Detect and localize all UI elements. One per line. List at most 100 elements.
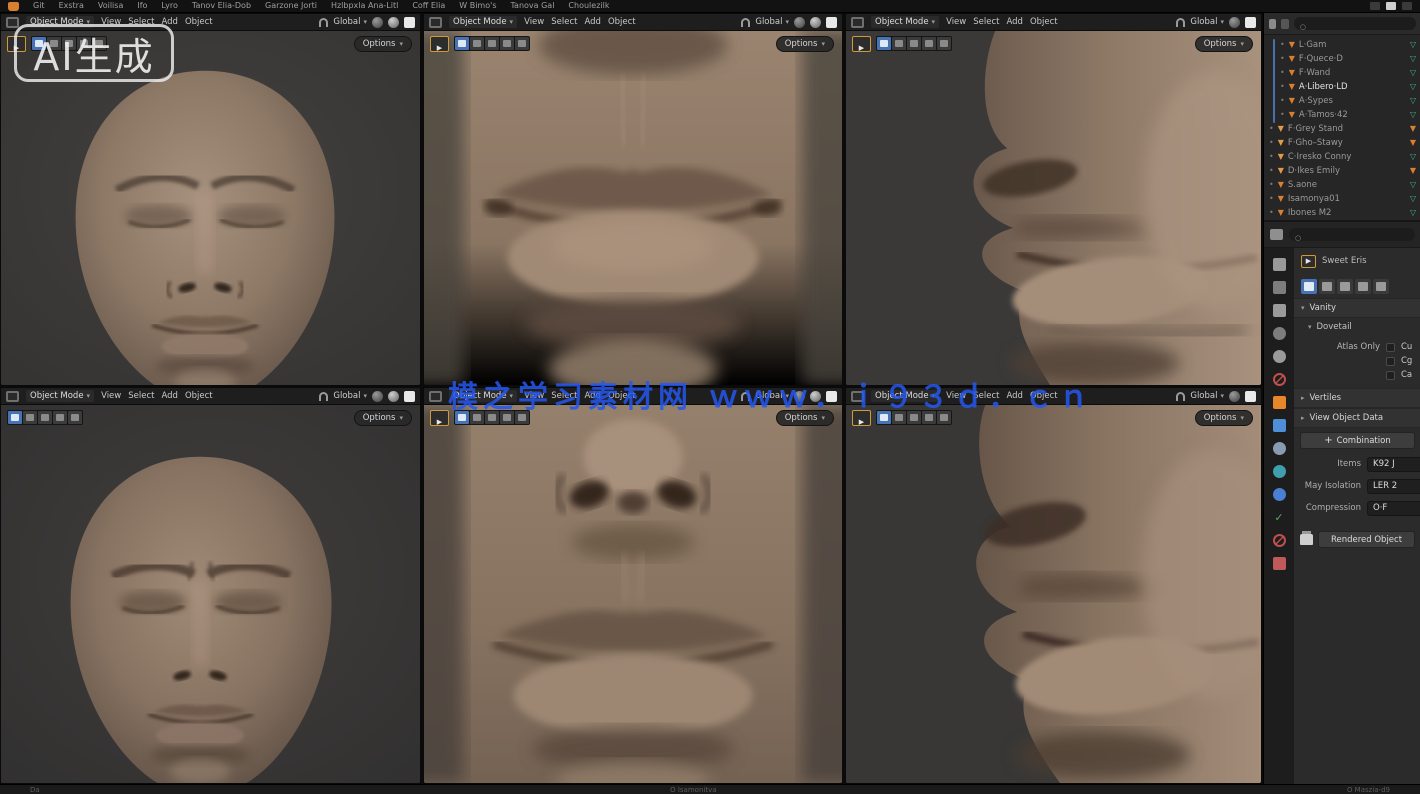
menu-item[interactable]: W Bimo's <box>459 0 496 12</box>
active-object-icon[interactable] <box>1301 255 1316 268</box>
shading-swatch-icon[interactable] <box>404 17 415 28</box>
menu-item[interactable]: Tanov Elia-Dob <box>192 0 251 12</box>
outliner-item[interactable]: A·Tamos·42 <box>1264 108 1420 122</box>
shading-wireframe-icon[interactable] <box>1229 391 1240 402</box>
select-box-tool[interactable] <box>8 411 22 424</box>
outliner-item[interactable]: F·Grey Stand <box>1264 122 1420 136</box>
select-box-tool[interactable] <box>455 37 469 50</box>
mode-dropdown[interactable]: Object Mode <box>26 390 94 402</box>
add-menu[interactable]: Add <box>584 17 600 27</box>
options-dropdown[interactable]: Options <box>776 36 834 52</box>
view-menu[interactable]: View <box>101 391 121 401</box>
tab-tool-icon[interactable] <box>1273 258 1286 271</box>
properties-search[interactable] <box>1289 228 1415 241</box>
items-value[interactable]: K92 J <box>1367 457 1420 472</box>
visibility-badge-icon[interactable] <box>1410 152 1416 162</box>
tab-constraints-icon[interactable] <box>1273 488 1286 501</box>
outliner-search[interactable] <box>1294 17 1416 30</box>
visibility-badge-icon[interactable] <box>1410 208 1416 218</box>
move-tool[interactable] <box>470 37 484 50</box>
visibility-badge-icon[interactable] <box>1410 180 1416 190</box>
context-tab[interactable] <box>1355 279 1371 294</box>
outliner-item[interactable]: F·Wand <box>1264 66 1420 80</box>
options-dropdown[interactable]: Options <box>1195 36 1253 52</box>
tab-output-icon[interactable] <box>1273 304 1286 317</box>
outliner-editor-type-icon[interactable] <box>1269 19 1276 29</box>
snap-magnet-icon[interactable] <box>319 18 328 27</box>
viewport-canvas[interactable] <box>1 405 420 783</box>
outliner-item[interactable]: F·Gho–Stawy <box>1264 136 1420 150</box>
select-menu[interactable]: Select <box>128 391 154 401</box>
rotate-tool[interactable] <box>38 411 52 424</box>
visibility-badge-icon[interactable] <box>1410 166 1416 176</box>
outliner-item[interactable]: D·Ikes Emily <box>1264 164 1420 178</box>
object-menu[interactable]: Object <box>1030 17 1058 27</box>
checkbox[interactable] <box>1386 343 1395 352</box>
context-tab[interactable] <box>1301 279 1317 294</box>
viewport-canvas[interactable] <box>846 405 1261 783</box>
view-menu[interactable]: View <box>946 17 966 27</box>
object-menu[interactable]: Object <box>185 391 213 401</box>
orientation-dropdown[interactable]: Global <box>333 17 367 27</box>
filter-icon[interactable] <box>1281 19 1288 29</box>
menu-item[interactable]: Lyro <box>161 0 177 12</box>
menu-item[interactable]: Hzlbpxla Ana-Litl <box>331 0 398 12</box>
editor-type-icon[interactable] <box>851 17 864 28</box>
mode-dropdown[interactable]: Object Mode <box>449 16 517 28</box>
editor-type-icon[interactable] <box>429 17 442 28</box>
visibility-badge-icon[interactable] <box>1410 54 1416 64</box>
context-tab[interactable] <box>1373 279 1389 294</box>
visibility-badge-icon[interactable] <box>1410 124 1416 134</box>
outliner-item[interactable]: L·Gam <box>1264 38 1420 52</box>
shading-wireframe-icon[interactable] <box>372 391 383 402</box>
shading-solid-icon[interactable] <box>388 17 399 28</box>
checkbox[interactable] <box>1386 371 1395 380</box>
layer-dropdown-icon[interactable] <box>1402 2 1412 10</box>
rotate-tool[interactable] <box>907 37 921 50</box>
shading-swatch-icon[interactable] <box>404 391 415 402</box>
tab-render-icon[interactable] <box>1273 281 1286 294</box>
object-menu[interactable]: Object <box>185 17 213 27</box>
active-tool-button[interactable] <box>430 410 449 426</box>
combination-button[interactable]: Combination <box>1300 432 1415 449</box>
visibility-badge-icon[interactable] <box>1410 82 1416 92</box>
outliner-item[interactable]: C·Iresko Conny <box>1264 150 1420 164</box>
tab-particles-icon[interactable] <box>1273 442 1286 455</box>
add-menu[interactable]: Add <box>1006 17 1022 27</box>
shading-wireframe-icon[interactable] <box>1229 17 1240 28</box>
scale-tool[interactable] <box>53 411 67 424</box>
properties-editor-type-icon[interactable] <box>1270 229 1283 240</box>
viewport-canvas[interactable] <box>846 31 1261 385</box>
tab-world-icon[interactable] <box>1273 373 1286 386</box>
scale-tool[interactable] <box>500 37 514 50</box>
outliner-item[interactable]: Isamonya01 <box>1264 192 1420 206</box>
tab-view-layer-icon[interactable] <box>1273 327 1286 340</box>
orientation-dropdown[interactable]: Global <box>333 391 367 401</box>
panel-view-object-data[interactable]: View Object Data <box>1294 408 1420 428</box>
add-menu[interactable]: Add <box>161 391 177 401</box>
properties-search-input[interactable] <box>1304 230 1409 239</box>
viewport-canvas[interactable] <box>424 405 842 783</box>
active-tool-button[interactable] <box>430 36 449 52</box>
outliner-item[interactable]: S.aone <box>1264 178 1420 192</box>
tab-material-icon[interactable] <box>1273 534 1286 547</box>
panel-vertiles[interactable]: Vertiles <box>1294 388 1420 408</box>
select-menu[interactable]: Select <box>551 17 577 27</box>
snap-magnet-icon[interactable] <box>741 18 750 27</box>
may-isolation-value[interactable]: LER 2 <box>1367 479 1420 494</box>
app-logo-icon[interactable] <box>8 2 19 11</box>
compression-value[interactable]: O·F <box>1367 501 1420 516</box>
shading-swatch-icon[interactable] <box>826 17 837 28</box>
transform-tool[interactable] <box>68 411 82 424</box>
mode-dropdown[interactable]: Object Mode <box>871 16 939 28</box>
rotate-tool[interactable] <box>485 37 499 50</box>
editor-type-icon[interactable] <box>6 391 19 402</box>
checkbox[interactable] <box>1386 357 1395 366</box>
panel-dovetail[interactable]: Dovetail <box>1294 318 1420 336</box>
tab-object-data-icon[interactable] <box>1273 511 1286 524</box>
context-tab[interactable] <box>1319 279 1335 294</box>
menu-item[interactable]: Voilisa <box>98 0 123 12</box>
options-dropdown[interactable]: Options <box>354 36 412 52</box>
active-tool-button[interactable] <box>852 36 871 52</box>
options-dropdown[interactable]: Options <box>354 410 412 426</box>
